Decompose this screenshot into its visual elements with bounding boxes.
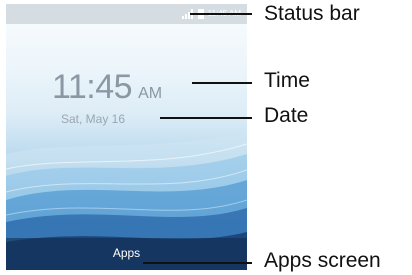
apps-button[interactable]: Apps xyxy=(6,246,247,260)
wallpaper-waves xyxy=(6,132,247,270)
callout-line-apps-screen xyxy=(143,262,252,264)
callout-line-status-bar xyxy=(190,13,252,15)
lock-screen-clock: 11:45 AM xyxy=(52,68,162,107)
apps-bar[interactable]: Apps xyxy=(6,238,247,270)
callout-line-time xyxy=(192,82,252,84)
callout-label-date: Date xyxy=(264,104,309,127)
clock-time: 11:45 xyxy=(52,68,133,106)
callout-label-apps-screen: Apps screen xyxy=(264,249,381,272)
callout-line-date xyxy=(160,117,252,119)
lock-screen-date: Sat, May 16 xyxy=(61,112,126,126)
phone-lock-screen: 11:45 AM 11:45 AM Sat, May 16 Apps xyxy=(6,4,247,270)
callout-label-time: Time xyxy=(264,69,310,92)
clock-ampm: AM xyxy=(138,85,163,102)
callout-label-status-bar: Status bar xyxy=(264,2,360,25)
